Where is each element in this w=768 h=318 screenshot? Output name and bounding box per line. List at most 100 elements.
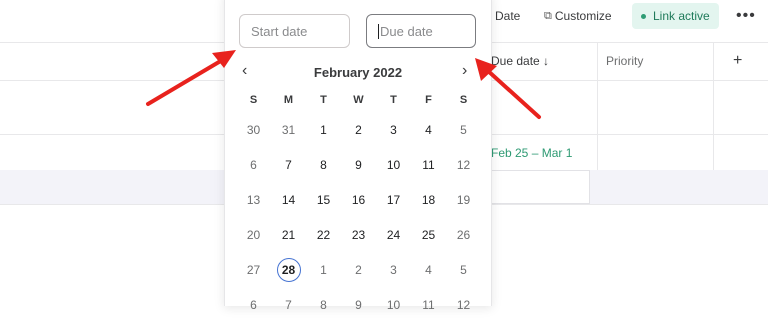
month-label: February 2022 bbox=[313, 65, 403, 80]
calendar-day[interactable]: 31 bbox=[271, 116, 306, 143]
chevron-right-icon[interactable]: › bbox=[462, 62, 467, 80]
status-dot-icon bbox=[641, 13, 646, 19]
calendar-day-number: 9 bbox=[355, 297, 362, 312]
due-date-value[interactable]: Feb 25 – Mar 1 bbox=[491, 146, 572, 160]
calendar-day-number: 6 bbox=[250, 297, 257, 312]
calendar-day[interactable]: 19 bbox=[446, 186, 481, 213]
link-active-button[interactable]: Link active bbox=[632, 3, 719, 29]
calendar-day-number: 30 bbox=[246, 122, 261, 137]
month-navigation: ‹ February 2022 › bbox=[225, 62, 491, 84]
calendar-day[interactable]: 15 bbox=[306, 186, 341, 213]
calendar-day[interactable]: 8 bbox=[306, 151, 341, 178]
due-date-cell-editing[interactable] bbox=[490, 170, 590, 204]
weekday-label: T bbox=[390, 94, 397, 106]
column-header-due-date[interactable]: Due date ↓ bbox=[491, 42, 549, 80]
customize-icon: ⧉ bbox=[544, 9, 552, 22]
calendar-day[interactable]: 7 bbox=[271, 151, 306, 178]
calendar-day-number: 10 bbox=[386, 297, 401, 312]
calendar-day-number: 18 bbox=[421, 192, 436, 207]
calendar-day[interactable]: 24 bbox=[376, 221, 411, 248]
weekday-label: T bbox=[320, 94, 327, 106]
calendar-day-number: 23 bbox=[351, 227, 366, 242]
calendar-day[interactable]: 7 bbox=[271, 291, 306, 318]
calendar-day-number: 3 bbox=[390, 122, 397, 137]
calendar-day-number: 12 bbox=[456, 157, 471, 172]
calendar-day-number: 6 bbox=[250, 157, 257, 172]
calendar-day[interactable]: 25 bbox=[411, 221, 446, 248]
weekday-header: SMTWTFS bbox=[236, 94, 481, 110]
more-options-icon[interactable]: ••• bbox=[736, 0, 756, 32]
calendar-day[interactable]: 14 bbox=[271, 186, 306, 213]
calendar-day[interactable]: 5 bbox=[446, 116, 481, 143]
calendar-day[interactable]: 11 bbox=[411, 151, 446, 178]
calendar-day[interactable]: 12 bbox=[446, 151, 481, 178]
calendar-day-number: 2 bbox=[355, 262, 362, 277]
weekday-label: S bbox=[249, 94, 258, 106]
calendar-week-row: 6 7 8 9 10 11 12 bbox=[236, 291, 481, 318]
date-button[interactable]: Date bbox=[495, 0, 520, 32]
calendar-week-row: 6 7 8 9 10 11 12 bbox=[236, 151, 481, 178]
calendar-day-number: 21 bbox=[281, 227, 296, 242]
calendar-day[interactable]: 30 bbox=[236, 116, 271, 143]
calendar-day[interactable]: 26 bbox=[446, 221, 481, 248]
calendar-day[interactable]: 3 bbox=[376, 256, 411, 283]
calendar-day[interactable]: 21 bbox=[271, 221, 306, 248]
add-column-button[interactable]: + bbox=[733, 42, 742, 80]
calendar-day[interactable]: 27 bbox=[236, 256, 271, 283]
calendar-day-number: 9 bbox=[355, 157, 362, 172]
date-button-label: Date bbox=[495, 9, 521, 23]
calendar-day-number: 31 bbox=[281, 122, 296, 137]
calendar-day-number: 4 bbox=[425, 262, 432, 277]
calendar-day[interactable]: 13 bbox=[236, 186, 271, 213]
calendar-day-number: 14 bbox=[281, 192, 296, 207]
calendar-day[interactable]: 6 bbox=[236, 151, 271, 178]
calendar-day[interactable]: 22 bbox=[306, 221, 341, 248]
calendar-week-row: 27 28 1 2 3 4 5 bbox=[236, 256, 481, 283]
calendar-day-today[interactable]: 28 bbox=[271, 256, 306, 283]
calendar-week-row: 20 21 22 23 24 25 26 bbox=[236, 221, 481, 248]
calendar-day-number: 4 bbox=[425, 122, 432, 137]
calendar-day-number: 20 bbox=[246, 227, 261, 242]
calendar-day[interactable]: 5 bbox=[446, 256, 481, 283]
calendar-day[interactable]: 8 bbox=[306, 291, 341, 318]
calendar-day[interactable]: 2 bbox=[341, 116, 376, 143]
calendar-day-number: 2 bbox=[355, 122, 362, 137]
calendar-day[interactable]: 9 bbox=[341, 151, 376, 178]
calendar-day[interactable]: 1 bbox=[306, 116, 341, 143]
calendar-day[interactable]: 11 bbox=[411, 291, 446, 318]
calendar-day[interactable]: 10 bbox=[376, 291, 411, 318]
calendar-day[interactable]: 18 bbox=[411, 186, 446, 213]
calendar-day-number: 5 bbox=[460, 122, 467, 137]
customize-button[interactable]: ⧉ Customize bbox=[544, 0, 612, 32]
calendar-day-number: 17 bbox=[386, 192, 401, 207]
start-date-placeholder: Start date bbox=[251, 23, 308, 39]
calendar-day-number: 1 bbox=[320, 262, 327, 277]
start-date-input[interactable]: Start date bbox=[239, 14, 350, 48]
due-date-placeholder: Due date bbox=[380, 23, 433, 39]
calendar-day[interactable]: 6 bbox=[236, 291, 271, 318]
column-header-priority[interactable]: Priority bbox=[606, 42, 643, 80]
calendar-day[interactable]: 3 bbox=[376, 116, 411, 143]
customize-button-label: Customize bbox=[554, 9, 612, 23]
calendar-day[interactable]: 4 bbox=[411, 116, 446, 143]
calendar-day[interactable]: 2 bbox=[341, 256, 376, 283]
calendar-day[interactable]: 17 bbox=[376, 186, 411, 213]
calendar-day-number: 10 bbox=[386, 157, 401, 172]
calendar-day[interactable]: 9 bbox=[341, 291, 376, 318]
text-caret bbox=[378, 23, 379, 39]
due-date-input[interactable]: Due date bbox=[366, 14, 476, 48]
calendar-day[interactable]: 12 bbox=[446, 291, 481, 318]
calendar-day-number: 7 bbox=[285, 157, 292, 172]
calendar-day[interactable]: 10 bbox=[376, 151, 411, 178]
calendar-day-number: 27 bbox=[246, 262, 261, 277]
calendar-day-number: 15 bbox=[316, 192, 331, 207]
calendar-day[interactable]: 20 bbox=[236, 221, 271, 248]
weekday-label: F bbox=[425, 94, 432, 106]
calendar-day[interactable]: 1 bbox=[306, 256, 341, 283]
calendar-day[interactable]: 4 bbox=[411, 256, 446, 283]
calendar-week-row: 13 14 15 16 17 18 19 bbox=[236, 186, 481, 213]
calendar-day[interactable]: 23 bbox=[341, 221, 376, 248]
calendar-day[interactable]: 16 bbox=[341, 186, 376, 213]
weekday-label: S bbox=[459, 94, 468, 106]
calendar-week-row: 30 31 1 2 3 4 5 bbox=[236, 116, 481, 143]
